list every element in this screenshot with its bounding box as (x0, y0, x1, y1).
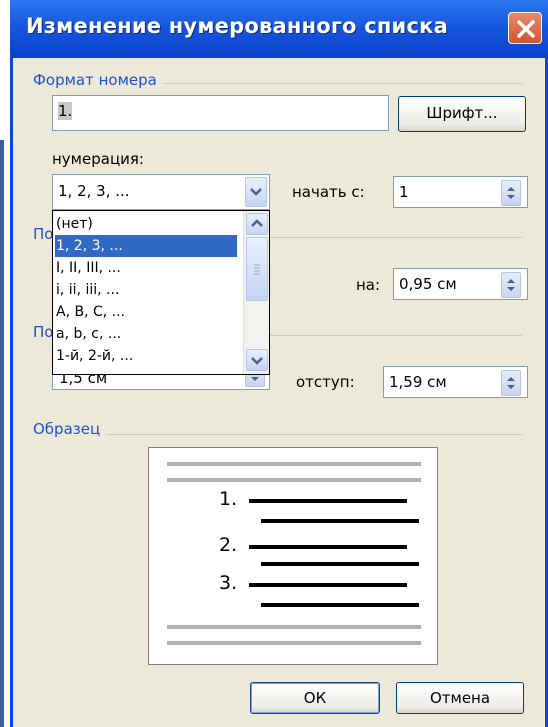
list-item[interactable]: 1-й, 2-й, ... (55, 345, 237, 367)
number-format-group-label: Формат номера (33, 71, 163, 89)
sample-divider (34, 434, 522, 435)
spin-arrows-icon (507, 279, 515, 291)
numbering-dropdown-list[interactable]: (нет) 1, 2, 3, ... I, II, III, ... i, ii… (52, 210, 270, 375)
close-icon (517, 20, 535, 38)
preview-black-line (261, 603, 419, 607)
spin-arrows-icon (507, 187, 515, 199)
preview-number-3: 3. (219, 572, 238, 594)
dropdown-scrollbar[interactable] (243, 211, 269, 374)
cancel-button[interactable]: Отмена (396, 682, 524, 714)
grip-icon (254, 264, 260, 275)
list-item[interactable]: (нет) (55, 213, 237, 235)
dialog-title: Изменение нумерованного списка (26, 14, 448, 38)
close-button[interactable] (508, 12, 542, 44)
ok-button[interactable]: ОК (250, 682, 380, 714)
numbering-label: нумерация: (52, 150, 144, 168)
preview-black-line (261, 519, 419, 523)
preview-black-line (249, 583, 407, 587)
aligned-at-value: 0,95 см (399, 275, 457, 293)
number-format-input[interactable]: 1. (52, 95, 389, 131)
start-at-spinner[interactable] (501, 180, 521, 206)
start-at-value: 1 (399, 183, 409, 201)
ok-button-label: ОК (303, 689, 327, 707)
aligned-at-label: на: (356, 276, 381, 294)
chevron-up-icon (251, 219, 263, 227)
font-button-label: Шрифт... (426, 104, 498, 122)
indent-value: 1,59 см (389, 373, 447, 391)
preview-gray-line (167, 462, 421, 466)
list-item[interactable]: A, B, C, ... (55, 301, 237, 323)
numbering-combobox[interactable]: 1, 2, 3, ... (52, 174, 270, 210)
number-format-value: 1. (58, 102, 73, 120)
scroll-thumb[interactable] (246, 237, 268, 301)
spin-arrows-icon (507, 377, 515, 389)
preview-black-line (249, 545, 407, 549)
indent-label: отступ: (296, 373, 355, 391)
preview-black-line (261, 562, 419, 566)
preview-number-1: 1. (219, 488, 238, 510)
indent-spinner[interactable] (501, 370, 521, 396)
chevron-down-icon (250, 188, 262, 196)
font-button[interactable]: Шрифт... (398, 96, 526, 132)
scroll-down-button[interactable] (246, 349, 268, 371)
preview-gray-line (167, 625, 421, 629)
numbering-selected-value: 1, 2, 3, ... (58, 182, 130, 200)
start-at-label: начать с: (292, 183, 365, 201)
scroll-up-button[interactable] (246, 213, 268, 235)
preview-number-2: 2. (219, 534, 238, 556)
preview-black-line (249, 499, 407, 503)
chevron-down-icon (251, 357, 263, 365)
aligned-at-spinner[interactable] (501, 272, 521, 298)
list-item[interactable]: a, b, c, ... (55, 323, 237, 345)
list-item-selected[interactable]: 1, 2, 3, ... (55, 235, 237, 257)
list-item[interactable]: I, II, III, ... (55, 257, 237, 279)
sample-preview: 1. 2. 3. (148, 447, 438, 665)
list-item[interactable]: i, ii, iii, ... (55, 279, 237, 301)
preview-gray-line (167, 641, 421, 645)
cancel-button-label: Отмена (429, 689, 491, 707)
background-window-edge (0, 140, 4, 727)
preview-gray-line (167, 478, 421, 482)
numbering-dropdown-button[interactable] (245, 177, 267, 207)
sample-group-label: Образец (33, 420, 107, 438)
